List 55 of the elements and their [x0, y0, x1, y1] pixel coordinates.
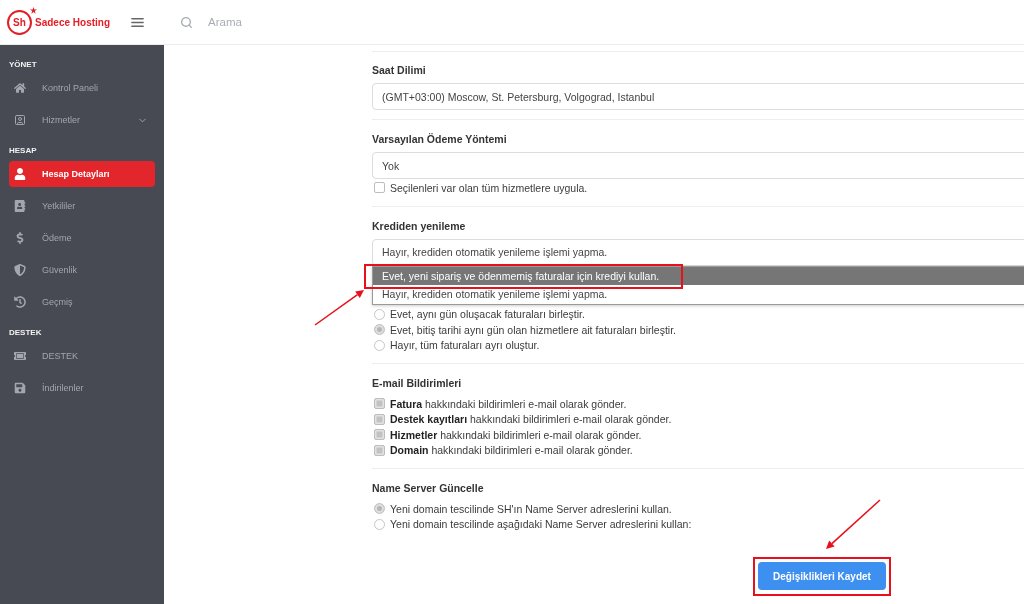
radio-button[interactable]	[374, 308, 385, 320]
radio-label: Yeni domain tescilinde aşağıdaki Name Server adreslerini kullan:	[390, 518, 692, 531]
radio-label: Evet, aynı gün oluşacak faturaları birleştir.	[390, 308, 585, 321]
sidebar-item[interactable]: Kontrol Paneli	[9, 75, 155, 101]
user-icon	[14, 168, 26, 180]
ticket-icon	[14, 350, 26, 362]
field-label: Krediden yenileme	[372, 218, 467, 233]
sidebar-section-title: YÖNET	[8, 59, 38, 71]
brand-name: Sadece Hosting	[35, 16, 111, 28]
radio-button[interactable]	[374, 518, 385, 530]
home-icon	[14, 82, 26, 94]
radio-button[interactable]	[374, 324, 385, 336]
checkbox[interactable]	[374, 429, 385, 441]
field-label: Saat Dilimi	[372, 63, 427, 77]
sidebar-section-title: HESAP	[8, 145, 38, 157]
sidebar-item[interactable]: Yetkililer	[9, 193, 155, 219]
checkbox[interactable]	[374, 413, 385, 425]
radio-button[interactable]	[374, 339, 385, 351]
history-icon	[14, 296, 26, 308]
field-label: Name Server Güncelle	[372, 481, 485, 495]
sidebar-item[interactable]: Hesap Detayları	[9, 161, 155, 187]
checkbox[interactable]	[374, 398, 385, 410]
radio-label: Yeni domain tescilinde SH'ın Name Server adreslerini kullan.	[390, 502, 672, 515]
sidebar-item[interactable]: Hizmetler	[9, 107, 155, 133]
checkbox[interactable]	[374, 182, 385, 194]
shield-icon	[14, 264, 26, 276]
sidebar-item[interactable]: Ödeme	[9, 225, 155, 251]
search-field[interactable]: Arama	[208, 11, 428, 33]
sidebar-item[interactable]: DESTEK	[9, 343, 155, 369]
checkbox-label: Hizmetler hakkındaki bildirimleri e-mail olarak gönder.	[390, 428, 642, 441]
checkbox-label: Fatura hakkındaki bildirimleri e-mail olarak gönder.	[390, 397, 627, 410]
star-icon	[30, 6, 37, 14]
checkbox-label: Destek kayıtları hakkındaki bildirimleri e-mail olarak gönder.	[390, 413, 672, 426]
field-label: Varsayılan Ödeme Yöntemi	[372, 132, 508, 146]
checkbox-label: Seçilenleri var olan tüm hizmetlere uygula.	[390, 181, 588, 194]
radio-label: Hayır, tüm faturaları ayrı oluştur.	[390, 339, 540, 352]
sidebar-item[interactable]: Geçmiş	[9, 289, 155, 315]
dollar-sign-icon	[14, 232, 26, 244]
checkbox-label: Domain hakkındaki bildirimleri e-mail olarak gönder.	[390, 444, 633, 457]
dropdown-option[interactable]: Hayır, krediden otomatik yenileme işlemi yapma.	[373, 285, 1024, 304]
sidebar-item[interactable]: İndirilenler	[9, 375, 155, 401]
select-field[interactable]: (GMT+03:00) Moscow, St. Petersburg, Volgograd, Istanbul	[372, 83, 1024, 110]
search-icon	[180, 15, 193, 29]
radio-button[interactable]	[374, 503, 385, 515]
radio-label: Evet, bitiş tarihi aynı gün olan hizmetlere ait faturaları birleştir.	[390, 323, 676, 336]
checkbox[interactable]	[374, 444, 385, 456]
dropdown-option[interactable]: Evet, yeni sipariş ve ödenmemiş faturalar için krediyi kullan.	[373, 266, 1024, 285]
sidebar-section-title: DESTEK	[8, 327, 43, 339]
sidebar-item[interactable]: Güvenlik	[9, 257, 155, 283]
address-book-icon	[14, 200, 26, 212]
field-label: E-mail Bildirimleri	[372, 376, 463, 390]
user-square-icon	[14, 114, 26, 126]
save-button[interactable]: Değişiklikleri Kaydet	[758, 562, 886, 590]
select-field[interactable]: Hayır, krediden otomatik yenileme işlemi yapma.	[372, 238, 1024, 266]
select-field[interactable]: Yok	[372, 152, 1024, 179]
